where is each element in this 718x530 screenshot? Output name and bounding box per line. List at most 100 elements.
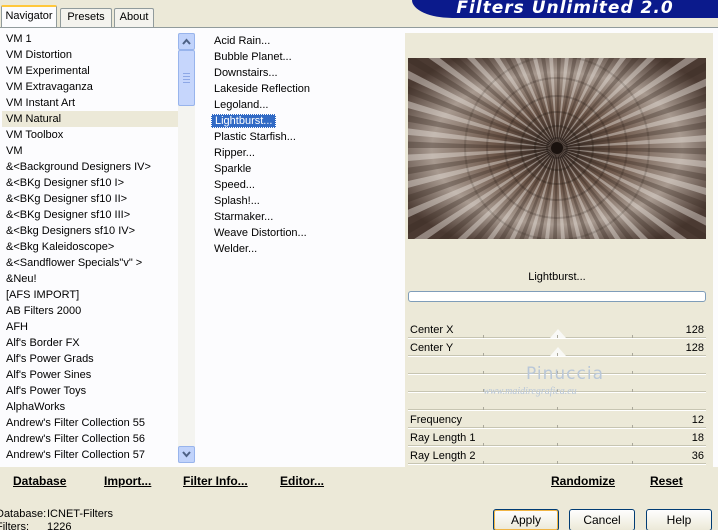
tab-about[interactable]: About: [114, 8, 154, 27]
category-item[interactable]: &<Bkg Designers sf10 IV>: [2, 223, 178, 239]
category-item[interactable]: AFH: [2, 319, 178, 335]
filter-item[interactable]: Plastic Starfish...: [210, 129, 400, 145]
filter-item[interactable]: Splash!...: [210, 193, 400, 209]
slider-tick: [483, 335, 484, 338]
category-item[interactable]: &<Background Designers IV>: [2, 159, 178, 175]
preview-filter-name: Lightburst...: [408, 266, 706, 288]
filter-item[interactable]: Legoland...: [210, 97, 400, 113]
filter-item[interactable]: Speed...: [210, 177, 400, 193]
status-value: 1226: [47, 521, 72, 530]
slider-tick: [632, 335, 633, 338]
scroll-down-button[interactable]: [178, 446, 195, 463]
category-item[interactable]: VM Instant Art: [2, 95, 178, 111]
category-item[interactable]: AB Filters 2000: [2, 303, 178, 319]
filter-item-label: Lakeside Reflection: [214, 83, 311, 95]
category-item[interactable]: VM: [2, 143, 178, 159]
category-item[interactable]: VM Experimental: [2, 63, 178, 79]
param-frequency[interactable]: Frequency 12: [408, 412, 706, 429]
filter-item-label: Weave Distortion...: [214, 227, 307, 239]
category-item[interactable]: &Neu!: [2, 271, 178, 287]
chevron-down-icon: [182, 451, 191, 458]
slider-tick: [632, 389, 633, 392]
import-link[interactable]: Import...: [104, 474, 151, 488]
param-center-x[interactable]: Center X 128: [408, 322, 706, 339]
scroll-up-button[interactable]: [178, 33, 195, 50]
chevron-up-icon: [182, 38, 191, 45]
category-item[interactable]: &<BKg Designer sf10 I>: [2, 175, 178, 191]
category-item[interactable]: AlphaWorks: [2, 399, 178, 415]
slider-tick: [483, 353, 484, 356]
slider-tick: [557, 353, 558, 356]
filter-item[interactable]: Acid Rain...: [210, 33, 400, 49]
param-center-y[interactable]: Center Y 128: [408, 340, 706, 357]
slider-tick: [632, 353, 633, 356]
filter-item-label: Splash!...: [214, 195, 260, 207]
category-item[interactable]: Alf's Border FX: [2, 335, 178, 351]
tab-bar: Navigator Presets About Filters Unlimite…: [0, 0, 718, 27]
reset-link[interactable]: Reset: [650, 474, 683, 488]
tab-presets[interactable]: Presets: [60, 8, 112, 27]
tab-navigator[interactable]: Navigator: [1, 5, 57, 27]
category-item[interactable]: Alf's Power Sines: [2, 367, 178, 383]
filter-item-label: Acid Rain...: [214, 35, 271, 47]
slider-tick: [632, 461, 633, 464]
category-list[interactable]: VM 1 VM Distortion VM Experimental VM Extra…: [2, 31, 178, 463]
category-item[interactable]: VM Natural: [2, 111, 178, 127]
filter-item[interactable]: Sparkle: [210, 161, 400, 177]
filter-item[interactable]: Lightburst...: [210, 113, 400, 129]
filter-item-label: Sparkle: [214, 163, 252, 175]
category-item[interactable]: &<BKg Designer sf10 III>: [2, 207, 178, 223]
slider-tick: [632, 443, 633, 446]
slider-tick: [632, 425, 633, 428]
randomize-link[interactable]: Randomize: [551, 474, 615, 488]
slider-tick: [483, 461, 484, 464]
param-ray-length-1[interactable]: Ray Length 1 18: [408, 430, 706, 447]
status-label: Database:: [0, 508, 47, 520]
filter-item[interactable]: Starmaker...: [210, 209, 400, 225]
category-scrollbar[interactable]: [178, 33, 195, 463]
apply-button[interactable]: Apply: [493, 509, 559, 530]
filter-item-label: Speed...: [214, 179, 255, 191]
filter-item[interactable]: Welder...: [210, 241, 400, 257]
category-item[interactable]: Alf's Power Grads: [2, 351, 178, 367]
filter-list[interactable]: Acid Rain... Bubble Planet... Downstairs..…: [210, 33, 400, 257]
category-item[interactable]: Andrew's Filter Collection 56: [2, 431, 178, 447]
slider-tick: [557, 407, 558, 410]
filter-item-label: Starmaker...: [214, 211, 274, 223]
cancel-button[interactable]: Cancel: [569, 509, 635, 530]
filter-item[interactable]: Ripper...: [210, 145, 400, 161]
slider-knob[interactable]: [550, 329, 566, 338]
slider-tick: [557, 461, 558, 464]
category-item[interactable]: VM Toolbox: [2, 127, 178, 143]
slider-tick: [632, 407, 633, 410]
category-item[interactable]: &<Bkg Kaleidoscope>: [2, 239, 178, 255]
app-title-banner: Filters Unlimited 2.0: [412, 0, 718, 18]
param-ray-length-2[interactable]: Ray Length 2 36: [408, 448, 706, 465]
category-item[interactable]: VM Distortion: [2, 47, 178, 63]
status-database: Database: ICNET-Filters: [0, 508, 196, 521]
category-item[interactable]: &<BKg Designer sf10 II>: [2, 191, 178, 207]
category-item[interactable]: Andrew's Filter Collection 55: [2, 415, 178, 431]
category-item[interactable]: VM Extravaganza: [2, 79, 178, 95]
filter-item[interactable]: Lakeside Reflection: [210, 81, 400, 97]
category-item[interactable]: Andrew's Filter Collection 57: [2, 447, 178, 463]
category-item[interactable]: VM 1: [2, 31, 178, 47]
filter-item[interactable]: Weave Distortion...: [210, 225, 400, 241]
slider-knob[interactable]: [550, 347, 566, 356]
filter-item[interactable]: Bubble Planet...: [210, 49, 400, 65]
category-item[interactable]: &<Sandflower Specials"v" >: [2, 255, 178, 271]
editor-link[interactable]: Editor...: [280, 474, 324, 488]
preview-image[interactable]: [408, 58, 706, 239]
watermark-name: Pinuccia: [526, 364, 604, 384]
filter-item[interactable]: Downstairs...: [210, 65, 400, 81]
status-value: ICNET-Filters: [47, 508, 113, 520]
scroll-thumb[interactable]: [178, 50, 195, 106]
slider-tick: [483, 443, 484, 446]
category-item[interactable]: [AFS IMPORT]: [2, 287, 178, 303]
category-item[interactable]: Alf's Power Toys: [2, 383, 178, 399]
filter-info-link[interactable]: Filter Info...: [183, 474, 248, 488]
help-button[interactable]: Help: [646, 509, 712, 530]
database-link[interactable]: Database: [13, 474, 66, 488]
filter-item-label: Lightburst...: [211, 114, 277, 128]
progress-bar: [408, 291, 706, 302]
